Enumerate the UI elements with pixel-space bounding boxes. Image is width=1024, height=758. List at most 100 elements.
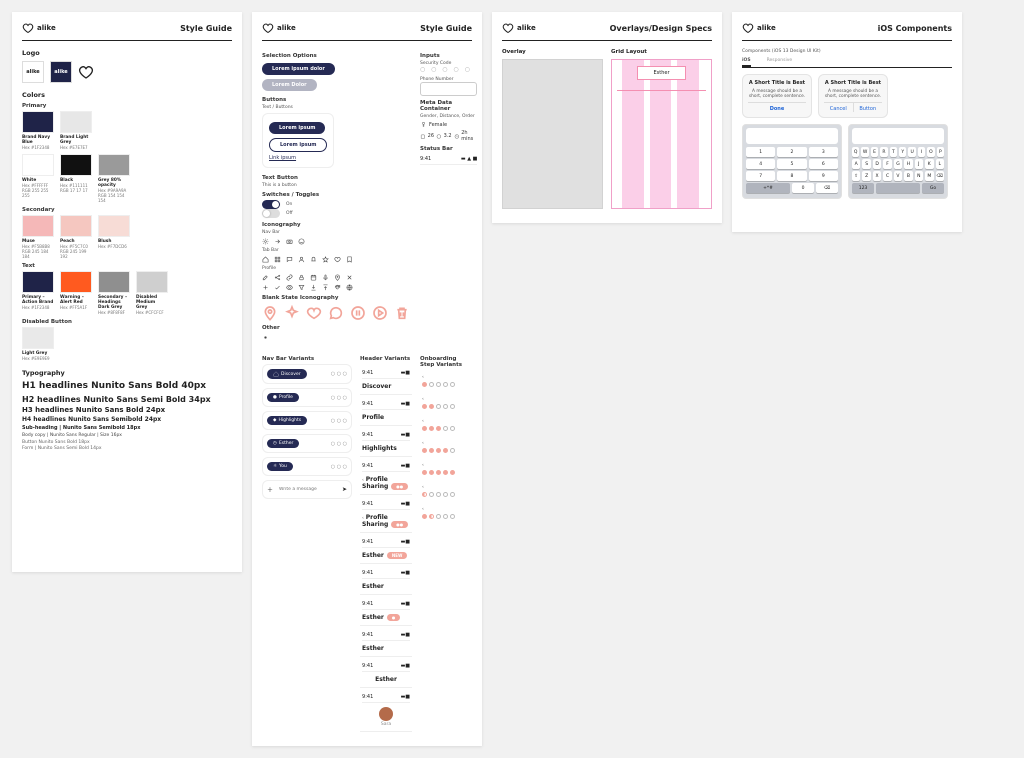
key-Y[interactable]: Y [899, 147, 906, 157]
mappin-icon [334, 274, 341, 281]
check-icon [274, 284, 281, 291]
key-B[interactable]: B [904, 171, 912, 181]
header-share-2: 9:41▬■‹ Profile Sharing●● [360, 495, 412, 533]
key-G[interactable]: G [894, 159, 902, 169]
send-icon[interactable]: ➤ [342, 486, 347, 493]
key-R[interactable]: R [880, 147, 887, 157]
button-link[interactable]: Link ipsum [269, 155, 296, 161]
alert-cancel-button[interactable]: Cancel [824, 103, 854, 112]
key-Q[interactable]: Q [852, 147, 859, 157]
logo-variants: alike alike [22, 61, 232, 83]
plus-icon[interactable]: ＋ [267, 485, 273, 494]
key-123[interactable]: 123 [852, 183, 874, 193]
key-5[interactable]: 5 [777, 159, 806, 169]
nav-variant-5[interactable]: ☼You○ ○ ○ [262, 457, 352, 476]
swatch-lightgrey: Brand Light GreyHex #E7E7E7 [60, 111, 92, 150]
nav-variant-3[interactable]: ◆Highlights○ ○ ○ [262, 411, 352, 430]
key-⌫[interactable]: ⌫ [936, 171, 944, 181]
key-U[interactable]: U [908, 147, 915, 157]
section-other: Other [262, 325, 410, 331]
input-security-code[interactable]: ○ ○ ○ ○ ○ [420, 66, 477, 73]
key-N[interactable]: N [915, 171, 923, 181]
brand-logo: alike [262, 22, 296, 34]
key-L[interactable]: L [936, 159, 944, 169]
key-D[interactable]: D [873, 159, 881, 169]
key-space[interactable] [876, 183, 920, 193]
text-button-example[interactable]: This is a button [262, 183, 410, 188]
key-8[interactable]: 8 [777, 171, 806, 181]
camera-icon [286, 238, 293, 245]
group-text: Text [22, 263, 232, 269]
key-J[interactable]: J [915, 159, 923, 169]
key-M[interactable]: M [925, 171, 933, 181]
key-T[interactable]: T [890, 147, 897, 157]
key-P[interactable]: P [937, 147, 944, 157]
toggle-off[interactable] [262, 209, 280, 218]
key-1[interactable]: 1 [746, 147, 775, 157]
nav-message-input[interactable]: ＋ ➤ [262, 480, 352, 499]
button-primary[interactable]: Lorem ipsum [269, 122, 325, 134]
swatch-black: BlackHex #111111 RGB 17 17 17 [60, 154, 92, 203]
key-6[interactable]: 6 [809, 159, 838, 169]
mic-icon [322, 274, 329, 281]
bookmark-icon [346, 256, 353, 263]
button-outline[interactable]: Lorem ipsum [269, 138, 327, 152]
keyboard-display [746, 128, 838, 144]
board-style-guide-1: alike Style Guide Logo alike alike Color… [12, 12, 242, 572]
status-time: 9:41 [420, 156, 431, 162]
key-⌫[interactable]: ⌫ [816, 183, 838, 193]
selection-pill-active[interactable]: Lorem ipsum dolor [262, 63, 335, 75]
selection-pill-inactive[interactable]: Lorem Dolor [262, 79, 317, 91]
key-X[interactable]: X [873, 171, 881, 181]
key-+*#[interactable]: +*# [746, 183, 790, 193]
key-I[interactable]: I [918, 147, 925, 157]
key-F[interactable]: F [883, 159, 891, 169]
key-S[interactable]: S [862, 159, 870, 169]
key-Go[interactable]: Go [922, 183, 944, 193]
board-ios: alike iOS Components Components (iOS 13 … [732, 12, 962, 232]
type-subhead: Sub-heading | Nunito Sans Semibold 18px [22, 425, 232, 431]
key-9[interactable]: 9 [809, 171, 838, 181]
key-7[interactable]: 7 [746, 171, 775, 181]
key-W[interactable]: W [861, 147, 868, 157]
section-nav-variants: Nav Bar Variants [262, 356, 352, 362]
key-K[interactable]: K [925, 159, 933, 169]
key-H[interactable]: H [904, 159, 912, 169]
star-icon [322, 256, 329, 263]
key-⇧[interactable]: ⇧ [852, 171, 860, 181]
distance-icon [436, 133, 442, 140]
grid-preview: Esther [611, 59, 712, 209]
swatch-navy: Brand Navy BlueHex #1F2348 [22, 111, 54, 150]
tab-responsive[interactable]: Responsive [767, 58, 793, 67]
key-C[interactable]: C [883, 171, 891, 181]
key-0[interactable]: 0 [792, 183, 814, 193]
alert-confirm-button[interactable]: Button [854, 103, 883, 112]
heart-icon [22, 22, 34, 34]
key-O[interactable]: O [927, 147, 934, 157]
filter-icon [298, 284, 305, 291]
heart-icon [502, 22, 514, 34]
key-4[interactable]: 4 [746, 159, 775, 169]
key-2[interactable]: 2 [777, 147, 806, 157]
board-title: Overlays/Design Specs [610, 24, 712, 33]
alert-done-button[interactable]: Done [748, 102, 806, 112]
link-icon [286, 274, 293, 281]
input-phone[interactable] [420, 82, 477, 96]
key-V[interactable]: V [894, 171, 902, 181]
message-field[interactable] [277, 486, 338, 493]
toggle-on[interactable] [262, 200, 280, 209]
blank-state-icons [262, 305, 410, 321]
nav-variant-4[interactable]: ◷Esther○ ○ ○ [262, 434, 352, 453]
key-Z[interactable]: Z [862, 171, 870, 181]
onb-step-4: ‹ [420, 436, 472, 458]
nav-variant-2[interactable]: ●Profile○ ○ ○ [262, 388, 352, 407]
nav-variant-1[interactable]: Discover○ ○ ○ [262, 364, 352, 384]
tab-ios[interactable]: iOS [742, 58, 751, 67]
ios-subtitle: Components (iOS 13 Design UI Kit) [742, 49, 952, 54]
key-3[interactable]: 3 [809, 147, 838, 157]
type-body: Body copy | Nunito Sans Regular | Size 1… [22, 433, 232, 438]
key-A[interactable]: A [852, 159, 860, 169]
swatch-grey: Grey 80% opacityHex #9A9A9A RGB 154 154 … [98, 154, 130, 203]
key-E[interactable]: E [871, 147, 878, 157]
lock-icon [298, 274, 305, 281]
